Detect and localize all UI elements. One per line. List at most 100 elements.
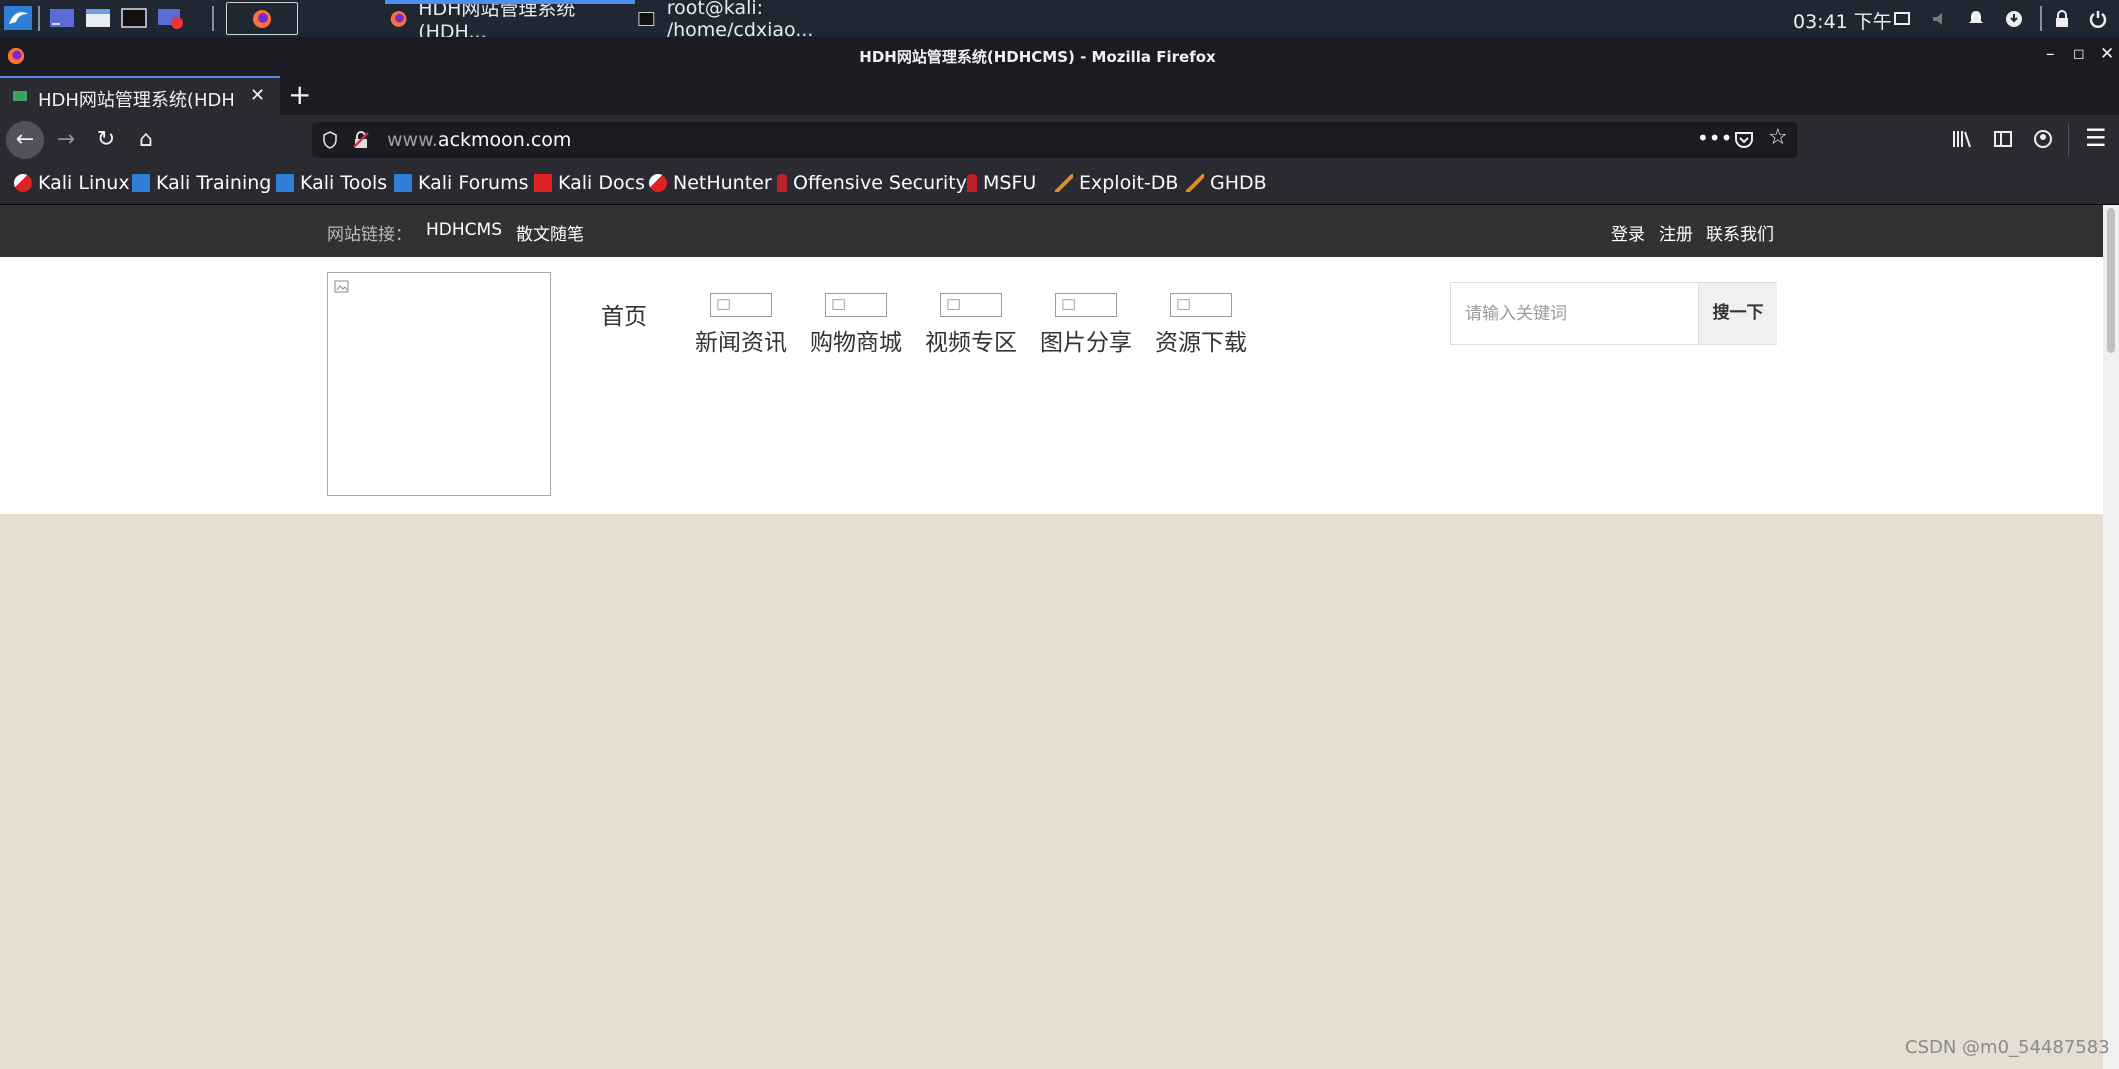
panel-separator [38, 6, 40, 31]
account-icon[interactable] [2033, 129, 2053, 149]
bookmark-offensive-security[interactable]: Offensive Security [777, 172, 967, 194]
broken-image-icon [1062, 299, 1075, 310]
bookmark-kali-training[interactable]: Kali Training [132, 172, 271, 194]
kali-blue-icon [276, 174, 294, 192]
site-favicon-icon [13, 91, 27, 101]
broken-image-icon [717, 299, 730, 310]
nav-news-label: 新闻资讯 [695, 330, 787, 356]
site-link-essays[interactable]: 散文随笔 [516, 220, 584, 245]
bookmark-star-icon[interactable]: ☆ [1768, 125, 1788, 150]
search-input[interactable] [1451, 283, 1698, 344]
forward-arrow-icon[interactable]: → [50, 124, 82, 156]
nav-home[interactable]: 首页 [601, 297, 647, 331]
offsec-icon [777, 174, 787, 192]
broken-image-icon [334, 280, 349, 293]
nav-news[interactable]: 新闻资讯 [694, 293, 788, 357]
exploitdb-icon [1055, 174, 1073, 192]
url-prefix: www. [387, 129, 438, 151]
nav-image-placeholder [825, 293, 887, 317]
terminal-icon [638, 11, 655, 26]
pocket-icon[interactable] [1734, 131, 1754, 149]
offsec-icon [967, 174, 977, 192]
taskbar-terminal-window[interactable]: root@kali: /home/cdxiao... [638, 0, 898, 41]
panel-separator [212, 6, 214, 31]
nav-video-label: 视频专区 [925, 330, 1017, 356]
exploitdb-icon [1186, 174, 1204, 192]
search-form: 搜一下 [1450, 282, 1777, 345]
nav-video[interactable]: 视频专区 [924, 293, 1018, 357]
bookmark-exploit-db[interactable]: Exploit-DB [1055, 172, 1178, 194]
notification-bell-icon[interactable] [1966, 9, 1986, 29]
bookmark-nethunter[interactable]: NetHunter [649, 172, 772, 194]
update-icon[interactable] [2004, 9, 2024, 29]
toolbar-separator [2068, 124, 2069, 156]
search-button[interactable]: 搜一下 [1698, 283, 1777, 344]
nav-image-placeholder [710, 293, 772, 317]
terminal-icon[interactable] [120, 6, 148, 30]
taskbar-terminal-label: root@kali: /home/cdxiao... [666, 0, 814, 41]
bookmark-kali-linux[interactable]: Kali Linux [14, 172, 130, 194]
reload-icon[interactable]: ↻ [90, 124, 122, 156]
hamburger-menu-icon[interactable]: ☰ [2085, 124, 2107, 152]
nav-image-placeholder [1170, 293, 1232, 317]
file-manager-icon[interactable] [84, 6, 112, 30]
kali-blue-icon [394, 174, 412, 192]
nav-downloads[interactable]: 资源下载 [1154, 293, 1248, 357]
tab-hdhcms[interactable]: HDH网站管理系统(HDHCMS) ✕ [0, 76, 280, 115]
site-link-hdhcms[interactable]: HDHCMS [426, 220, 502, 240]
workspace-icon[interactable] [48, 6, 76, 30]
nav-pictures[interactable]: 图片分享 [1039, 293, 1133, 357]
tracking-shield-icon[interactable] [322, 131, 338, 149]
display-icon[interactable] [1892, 9, 1912, 29]
firefox-icon [390, 10, 407, 27]
home-icon[interactable]: ⌂ [130, 124, 162, 156]
kali-menu-icon[interactable] [4, 6, 32, 30]
new-tab-icon[interactable]: + [288, 78, 311, 111]
panel-clock[interactable]: 03:41 下午 [1793, 7, 1892, 34]
bookmark-ghdb[interactable]: GHDB [1186, 172, 1267, 194]
bookmark-msfu[interactable]: MSFU [967, 172, 1036, 194]
register-link[interactable]: 注册 [1659, 220, 1693, 245]
broken-image-icon [1177, 299, 1190, 310]
login-link[interactable]: 登录 [1611, 220, 1645, 245]
nav-image-placeholder [940, 293, 1002, 317]
insecure-lock-icon[interactable] [352, 131, 370, 149]
web-page: 网站链接： HDHCMS 散文随笔 登录 注册 联系我们 首页 新闻资讯 购物商… [0, 205, 2103, 1069]
nav-downloads-label: 资源下载 [1155, 330, 1247, 356]
kali-blue-icon [132, 174, 150, 192]
firefox-icon [253, 9, 271, 28]
links-label: 网站链接： [327, 225, 412, 245]
contact-link[interactable]: 联系我们 [1706, 220, 1774, 245]
kali-dragon-icon [14, 174, 32, 192]
maximize-icon[interactable]: ◻ [2073, 46, 2085, 62]
power-icon[interactable] [2088, 9, 2108, 29]
url-text[interactable]: www.ackmoon.com [387, 129, 571, 151]
firefox-launcher[interactable] [226, 2, 298, 35]
volume-icon[interactable] [1930, 9, 1950, 29]
page-scrollbar[interactable] [2103, 205, 2119, 1069]
nav-pictures-label: 图片分享 [1040, 330, 1132, 356]
broken-image-icon [947, 299, 960, 310]
url-domain: ackmoon.com [437, 129, 572, 151]
lock-icon[interactable] [2052, 9, 2072, 29]
nav-image-placeholder [1055, 293, 1117, 317]
screen-record-icon[interactable] [156, 6, 184, 30]
tab-bar: HDH网站管理系统(HDHCMS) ✕ + [0, 74, 2119, 115]
nav-shop[interactable]: 购物商城 [809, 293, 903, 357]
library-icon[interactable] [1952, 129, 1974, 149]
bookmark-kali-docs[interactable]: Kali Docs [534, 172, 645, 194]
scrollbar-thumb[interactable] [2107, 208, 2115, 353]
navigation-toolbar: ← → ↻ ⌂ www.ackmoon.com ••• ☆ ☰ [0, 115, 2119, 165]
site-logo[interactable] [327, 272, 551, 496]
minimize-icon[interactable]: – [2046, 44, 2055, 64]
back-arrow-icon[interactable]: ← [6, 121, 44, 159]
sidebar-icon[interactable] [1993, 129, 2013, 149]
close-tab-icon[interactable]: ✕ [250, 85, 265, 106]
close-window-icon[interactable]: ✕ [2100, 44, 2114, 64]
bookmark-kali-tools[interactable]: Kali Tools [276, 172, 387, 194]
taskbar-firefox-window[interactable]: HDH网站管理系统(HDH... [385, 0, 635, 43]
desktop-panel: HDH网站管理系统(HDH... root@kali: /home/cdxiao… [0, 0, 2119, 43]
bookmark-kali-forums[interactable]: Kali Forums [394, 172, 529, 194]
page-actions-icon[interactable]: ••• [1697, 126, 1732, 150]
url-bar[interactable]: www.ackmoon.com ••• ☆ [312, 122, 1797, 158]
